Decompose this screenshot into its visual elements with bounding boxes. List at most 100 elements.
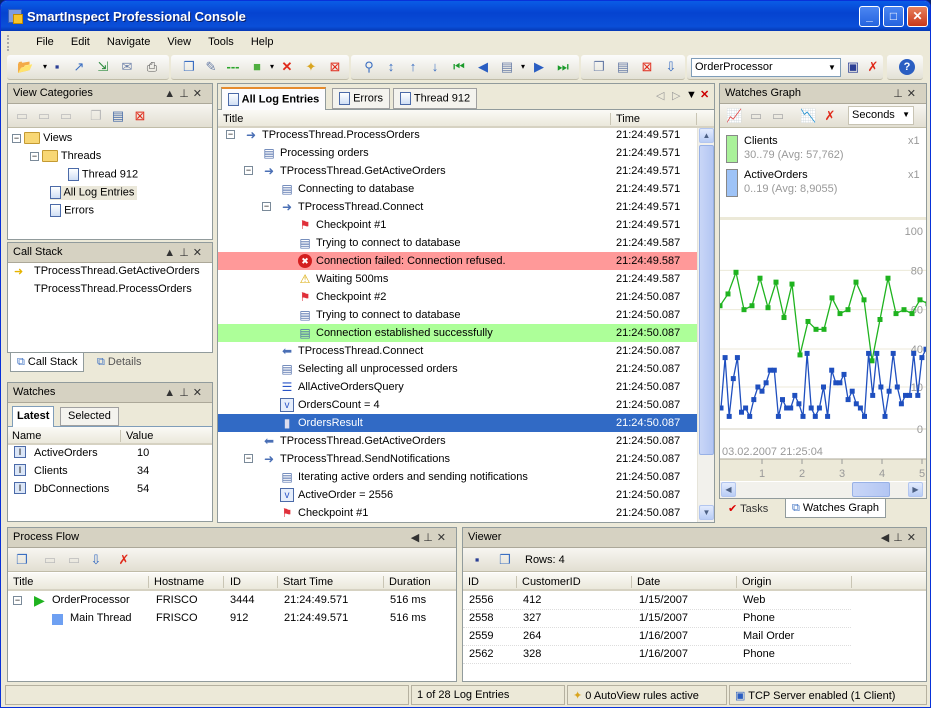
- tab-call-stack[interactable]: ⧉ Call Stack: [10, 353, 85, 372]
- log-entry[interactable]: ▤ Selecting all unprocessed orders 21:24:5…: [218, 360, 698, 378]
- collapse-icon[interactable]: ▲: [164, 88, 179, 100]
- find-icon[interactable]: ⚲: [361, 59, 377, 75]
- column-time[interactable]: Time: [616, 113, 640, 125]
- delete-icon[interactable]: ✕: [279, 59, 295, 75]
- scroll-left-button[interactable]: ◀: [721, 482, 736, 497]
- menu-tools[interactable]: Tools: [201, 32, 241, 48]
- column-start-time[interactable]: Start Time: [283, 576, 333, 588]
- clear-icon[interactable]: ⊠: [327, 59, 343, 75]
- legend-item-activeorders[interactable]: ActiveOrders 0..19 (Avg: 8,9055) x1: [726, 167, 922, 201]
- watch-row[interactable]: I Clients 34: [14, 463, 204, 481]
- remove-graph-icon[interactable]: ▭: [770, 108, 786, 124]
- log-entry[interactable]: ✖ Connection failed: Connection refused. 2…: [218, 252, 698, 270]
- log-entry[interactable]: ⚑ Checkpoint #2 21:24:50.087: [218, 288, 698, 306]
- clear-icon[interactable]: ✗: [116, 552, 132, 568]
- menu-navigate[interactable]: Navigate: [100, 32, 157, 48]
- pin-icon[interactable]: ⊥: [179, 387, 193, 399]
- log-entry[interactable]: ⬅ TProcessThread.GetActiveOrders 21:24:50.…: [218, 432, 698, 450]
- log-entry[interactable]: ⚑ Checkpoint #1 21:24:49.571: [218, 216, 698, 234]
- delete-category-icon[interactable]: ▭: [58, 108, 74, 124]
- maximize-button[interactable]: □: [883, 6, 904, 27]
- scroll-tabs-right-icon[interactable]: ▷: [672, 89, 680, 102]
- view-delete-icon[interactable]: ⊠: [639, 59, 655, 75]
- close-icon[interactable]: ✕: [193, 387, 206, 399]
- viewer-row[interactable]: 2562 328 1/16/2007 Phone: [463, 646, 851, 664]
- edit-graph-icon[interactable]: ▭: [748, 108, 764, 124]
- watch-row[interactable]: I ActiveOrders 10: [14, 445, 204, 463]
- tab-all-log-entries[interactable]: All Log Entries: [221, 87, 327, 110]
- collapse-box-icon[interactable]: −: [12, 133, 21, 143]
- graph-scrollbar[interactable]: ◀ ▶: [720, 482, 926, 498]
- pin-icon[interactable]: ⊥: [893, 88, 907, 100]
- view-import-icon[interactable]: ⇩: [663, 59, 679, 75]
- graph-unit-select[interactable]: Seconds ▼: [848, 106, 914, 125]
- log-entry[interactable]: ▤ Iterating active orders and sending not…: [218, 468, 698, 486]
- column-name[interactable]: Name: [12, 430, 41, 442]
- color-icon[interactable]: ■: [249, 59, 265, 75]
- viewer-row[interactable]: 2559 264 1/16/2007 Mail Order: [463, 628, 851, 646]
- clear-graph-icon[interactable]: ✗: [822, 108, 838, 124]
- log-entry[interactable]: ▤ Connection established successfully 21:2…: [218, 324, 698, 342]
- copy-view-icon[interactable]: ❐: [88, 108, 104, 124]
- email-icon[interactable]: ✉: [119, 59, 135, 75]
- jump-up-icon[interactable]: ↑: [405, 59, 421, 75]
- column-date[interactable]: Date: [637, 576, 660, 588]
- close-icon[interactable]: ✕: [193, 247, 206, 259]
- log-entry[interactable]: ⬅ TProcessThread.Connect 21:24:50.087: [218, 342, 698, 360]
- watch-row[interactable]: I DbConnections 54: [14, 481, 204, 499]
- close-button[interactable]: ✕: [907, 6, 928, 27]
- add-category-icon[interactable]: ▭: [14, 108, 30, 124]
- column-id[interactable]: ID: [230, 576, 241, 588]
- legend-item-clients[interactable]: Clients 30..79 (Avg: 57,762) x1: [726, 133, 922, 167]
- log-entry[interactable]: ⚠ Waiting 500ms 21:24:49.587: [218, 270, 698, 288]
- log-entry[interactable]: ▤ Trying to connect to database 21:24:50.0…: [218, 306, 698, 324]
- log-entry[interactable]: v ActiveOrder = 2556 21:24:50.087: [218, 486, 698, 504]
- copy-icon[interactable]: ❐: [181, 59, 197, 75]
- tree-item-views[interactable]: − Views: [12, 132, 72, 145]
- collapse-box-icon[interactable]: −: [13, 596, 22, 605]
- close-icon[interactable]: ✕: [437, 532, 450, 544]
- log-entry[interactable]: ▤ Connecting to database 21:24:49.571: [218, 180, 698, 198]
- connection-remove-icon[interactable]: ✗: [865, 59, 881, 75]
- status-autoview[interactable]: ✦ 0 AutoView rules active: [567, 685, 727, 705]
- process-row[interactable]: Main Thread FRISCO 912 21:24:49.571 516 …: [8, 610, 456, 628]
- close-icon[interactable]: ✕: [907, 532, 920, 544]
- log-entry[interactable]: ▮ OrdersResult 21:24:50.087: [218, 414, 698, 432]
- close-icon[interactable]: ✕: [193, 88, 206, 100]
- viewer-row[interactable]: 2556 412 1/15/2007 Web: [463, 592, 851, 610]
- add-graph-icon[interactable]: 📈: [726, 108, 742, 124]
- log-scrollbar[interactable]: ▲ ▼: [697, 128, 714, 522]
- doc-dropdown-icon[interactable]: ▾: [515, 59, 531, 75]
- title-bar[interactable]: SmartInspect Professional Console _ □ ✕: [1, 1, 930, 31]
- scroll-tabs-left-icon[interactable]: ◁: [656, 89, 664, 102]
- collapse-icon[interactable]: ▲: [164, 247, 179, 259]
- collapse-box-icon[interactable]: −: [30, 151, 39, 161]
- next-icon[interactable]: ▶: [531, 59, 547, 75]
- help-icon[interactable]: ?: [899, 59, 915, 75]
- menu-grip[interactable]: [7, 35, 23, 51]
- tab-details[interactable]: ⧉ Details: [91, 353, 148, 372]
- collapse-box-icon[interactable]: −: [244, 454, 253, 463]
- pin-icon[interactable]: ⊥: [179, 247, 193, 259]
- expand-icon[interactable]: ↕: [383, 59, 399, 75]
- close-tab-icon[interactable]: ✕: [700, 88, 709, 101]
- copy-icon[interactable]: ❐: [14, 552, 30, 568]
- log-entry[interactable]: ▤ Processing orders 21:24:49.571: [218, 144, 698, 162]
- separator-line-icon[interactable]: ---: [225, 59, 241, 75]
- collapse-icon[interactable]: ▲: [164, 387, 179, 399]
- doc-menu-icon[interactable]: ▤: [499, 59, 515, 75]
- viewer-row[interactable]: 2558 327 1/15/2007 Phone: [463, 610, 851, 628]
- export-icon[interactable]: ↗: [71, 59, 87, 75]
- tab-latest[interactable]: Latest: [12, 406, 55, 427]
- print-icon[interactable]: ⎙: [144, 59, 160, 75]
- scroll-thumb[interactable]: [699, 145, 714, 455]
- pin-icon[interactable]: ⊥: [423, 532, 437, 544]
- column-origin[interactable]: Origin: [742, 576, 771, 588]
- view-copy-icon[interactable]: ❐: [591, 59, 607, 75]
- new-view-icon[interactable]: ✦: [303, 59, 319, 75]
- column-title[interactable]: Title: [13, 576, 33, 588]
- menu-edit[interactable]: Edit: [64, 32, 97, 48]
- color-dropdown-icon[interactable]: ▾: [264, 59, 280, 75]
- column-title[interactable]: Title: [223, 113, 243, 125]
- open-icon[interactable]: 📂: [17, 59, 33, 75]
